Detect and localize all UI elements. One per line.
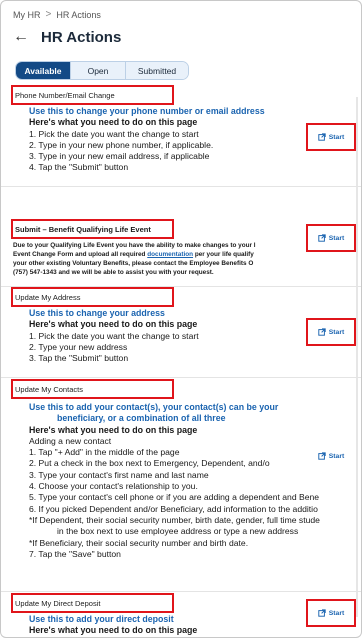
- page-title: HR Actions: [41, 28, 122, 46]
- instruction-line: 1. Tap "+ Add" in the middle of the page: [29, 447, 180, 458]
- start-button-deposit[interactable]: Start: [306, 599, 356, 627]
- instruction-line: 2. Type in your new phone number, if app…: [29, 139, 214, 150]
- external-link-icon: [318, 234, 326, 242]
- benefit-text-line: your other existing Voluntary Benefits, …: [13, 260, 254, 267]
- section-title-address: Update My Address: [15, 293, 81, 302]
- instruction-line: in the box next to use employee address …: [57, 526, 299, 537]
- page-header: ← HR Actions: [13, 28, 121, 46]
- instruction-line: 1. Pick the date you want the change to …: [29, 128, 199, 139]
- start-button-benefit[interactable]: Start: [306, 224, 356, 252]
- start-label: Start: [328, 234, 345, 242]
- instruction-line: 1. Pick the date you want the change to …: [29, 330, 199, 341]
- documentation-link[interactable]: documentation: [147, 251, 193, 258]
- external-link-icon: [318, 133, 326, 141]
- section-subtitle: Use this to add your contact(s), your co…: [29, 402, 279, 412]
- tab-submitted[interactable]: Submitted: [125, 62, 188, 79]
- external-link-icon: [318, 452, 326, 460]
- section-title-contacts: Update My Contacts: [15, 385, 83, 394]
- breadcrumb: My HR > HR Actions: [13, 9, 101, 20]
- section-body-phone: Use this to change your phone number or …: [29, 106, 265, 174]
- instruction-line: 4. Tap the "Submit" button: [29, 162, 129, 173]
- section-subtitle: Use this to change your address: [29, 308, 165, 318]
- section-heading: Here's what you need to do on this page: [29, 319, 198, 330]
- start-label: Start: [328, 609, 345, 617]
- scrollbar[interactable]: [356, 97, 358, 617]
- instruction-line: 2. Put a check in the box next to Emerge…: [29, 458, 270, 469]
- instruction-line: 7. Tap the "Save" button: [29, 548, 121, 559]
- instruction-line: Adding a new contact: [29, 435, 112, 446]
- section-heading: Here's what you need to do on this page: [29, 117, 198, 128]
- app-frame: My HR > HR Actions ← HR Actions Availabl…: [0, 0, 362, 638]
- tab-available[interactable]: Available: [16, 62, 70, 79]
- start-button-phone[interactable]: Start: [306, 123, 356, 151]
- section-divider: [1, 591, 361, 592]
- tab-open[interactable]: Open: [70, 62, 125, 79]
- section-body-benefit: Due to your Qualifying Life Event you ha…: [13, 241, 256, 277]
- instruction-line: 3. Tap the "Submit" button: [29, 353, 129, 364]
- section-title-benefit: Submit – Benefit Qualifying Life Event: [15, 225, 151, 234]
- section-body-contacts: Use this to add your contact(s), your co…: [29, 402, 320, 560]
- section-divider: [1, 377, 361, 378]
- section-subtitle: beneficiary, or a combination of all thr…: [57, 413, 226, 424]
- breadcrumb-current: HR Actions: [56, 9, 101, 20]
- start-button-address[interactable]: Start: [306, 318, 356, 346]
- benefit-text-line: (757) 547-1343 and we will be able to as…: [13, 269, 214, 276]
- instruction-line: 3. Type in your new email address, if ap…: [29, 151, 210, 162]
- benefit-text-fragment: Event Change Form and upload all require…: [13, 251, 148, 258]
- external-link-icon: [318, 609, 326, 617]
- instruction-line: 6. If you picked Dependent and/or Benefi…: [29, 503, 318, 514]
- section-subtitle: Use this to add your direct deposit: [29, 614, 174, 624]
- instruction-line: *If Beneficiary, their social security n…: [29, 537, 249, 548]
- start-label: Start: [328, 328, 345, 336]
- breadcrumb-root[interactable]: My HR: [13, 10, 41, 20]
- start-button-contacts[interactable]: Start: [306, 442, 356, 470]
- instruction-line: *If Dependent, their social security num…: [29, 514, 320, 525]
- start-label: Start: [328, 133, 345, 141]
- start-label: Start: [328, 452, 345, 460]
- section-title-deposit: Update My Direct Deposit: [15, 599, 101, 608]
- external-link-icon: [318, 328, 326, 336]
- benefit-text-line: Event Change Form and upload all require…: [13, 250, 256, 259]
- benefit-text-fragment: per your life qualify: [193, 251, 254, 258]
- breadcrumb-separator: >: [45, 9, 52, 20]
- section-body-deposit: Use this to add your direct deposit Here…: [29, 614, 197, 637]
- instruction-line: 3. Type your contact's first name and la…: [29, 469, 209, 480]
- arrow-left-icon[interactable]: ←: [13, 28, 31, 46]
- section-body-address: Use this to change your address Here's w…: [29, 308, 199, 364]
- tab-bar: Available Open Submitted: [15, 61, 189, 80]
- section-subtitle: Use this to change your phone number or …: [29, 106, 265, 116]
- instruction-line: 2. Type your new address: [29, 341, 128, 352]
- section-heading: Here's what you need to do on this page: [29, 424, 198, 435]
- section-divider: [1, 186, 361, 187]
- instruction-line: 5. Type your contact's cell phone or if …: [29, 492, 320, 503]
- benefit-text-line: Due to your Qualifying Life Event you ha…: [13, 242, 256, 249]
- section-heading: Here's what you need to do on this page: [29, 625, 198, 636]
- instruction-line: 4. Choose your contact's relationship to…: [29, 481, 198, 492]
- section-title-phone: Phone Number/Email Change: [15, 91, 115, 100]
